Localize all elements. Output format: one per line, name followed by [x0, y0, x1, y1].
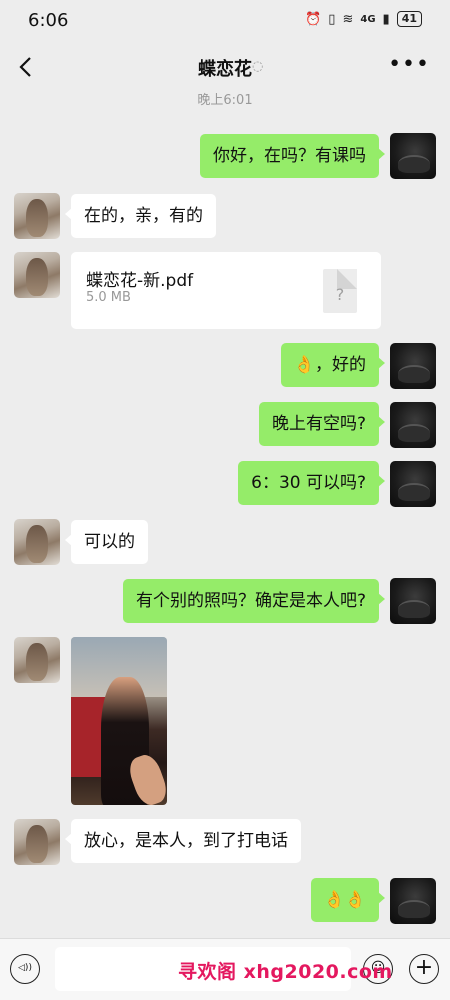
chat-header: 蝶恋花 ◌ ••• — [0, 40, 450, 95]
file-attachment-card[interactable]: 蝶恋花-新.pdf 5.0 MB ? — [71, 252, 381, 329]
message-bubble-received[interactable]: 放心，是本人，到了打电话 — [65, 819, 301, 863]
contact-avatar[interactable] — [14, 519, 60, 565]
my-avatar[interactable] — [390, 343, 436, 389]
message-bubble-sent[interactable]: 👌，好的 — [280, 343, 386, 387]
watermark-text: 寻欢阁 xhg2020.com — [178, 961, 393, 983]
my-avatar[interactable] — [390, 578, 436, 624]
signal-icon: ▮ — [382, 11, 390, 27]
message-bubble-sent[interactable]: 👌👌 — [310, 878, 386, 922]
file-name: 蝶恋花-新.pdf — [86, 271, 194, 291]
more-dots-icon[interactable]: ••• — [388, 52, 430, 77]
message-timestamp: 晚上6:01 — [197, 93, 253, 108]
message-bubble-sent[interactable]: 你好，在吗？有课吗 — [200, 134, 385, 178]
vibrate-icon: ▯ — [328, 11, 336, 27]
voice-wave-icon: ◌ — [252, 59, 264, 74]
battery-icon: 41 — [396, 11, 422, 27]
status-bar: 6:06 ⏰ ▯ ≋ 4G ▮ 41 — [0, 0, 450, 40]
message-bubble-sent[interactable]: 6：30 可以吗? — [238, 461, 385, 505]
contact-avatar[interactable] — [14, 637, 60, 683]
voice-input-icon[interactable]: ◁)) — [10, 954, 40, 984]
contact-avatar[interactable] — [14, 819, 60, 865]
unknown-file-icon: ? — [323, 269, 357, 313]
my-avatar[interactable] — [390, 878, 436, 924]
contact-avatar[interactable] — [14, 252, 60, 298]
message-bubble-sent[interactable]: 晚上有空吗? — [258, 402, 386, 446]
wifi-icon: ≋ — [342, 11, 354, 27]
chat-title: 蝶恋花 — [198, 59, 252, 80]
message-bubble-received[interactable]: 在的，亲，有的 — [65, 194, 216, 238]
contact-avatar[interactable] — [14, 193, 60, 239]
photo-message[interactable] — [71, 637, 167, 805]
alarm-icon: ⏰ — [305, 11, 322, 27]
file-icon-glyph: ? — [335, 285, 345, 304]
my-avatar[interactable] — [390, 402, 436, 448]
my-avatar[interactable] — [390, 461, 436, 507]
message-bubble-received[interactable]: 可以的 — [65, 520, 148, 564]
message-bubble-sent[interactable]: 有个别的照吗？确定是本人吧? — [122, 579, 386, 623]
status-icons: ⏰ ▯ ≋ 4G ▮ 41 — [305, 11, 422, 27]
plus-icon[interactable]: + — [409, 954, 439, 984]
my-avatar[interactable] — [390, 133, 436, 179]
file-size: 5.0 MB — [86, 290, 131, 305]
signal-label: 4G — [360, 13, 376, 25]
status-time: 6:06 — [28, 10, 69, 31]
